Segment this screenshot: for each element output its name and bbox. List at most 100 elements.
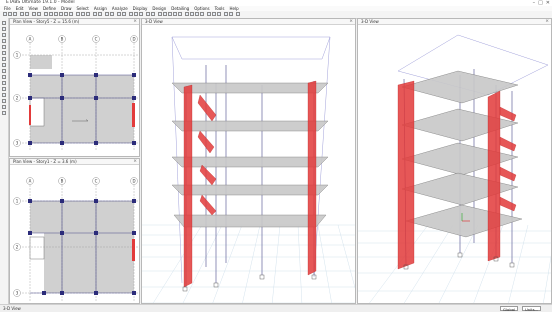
- load-icon[interactable]: [207, 12, 211, 16]
- 3d-view-canvas[interactable]: [142, 25, 356, 304]
- shear-wall[interactable]: [29, 105, 31, 125]
- report-icon[interactable]: [229, 12, 233, 16]
- column[interactable]: [42, 291, 46, 295]
- table-icon[interactable]: [224, 12, 228, 16]
- force-diagram-icon[interactable]: [134, 12, 138, 16]
- slab-section-icon[interactable]: [200, 12, 204, 16]
- 3d-view-pane-left[interactable]: 3-D View ×: [141, 18, 356, 304]
- zoom-window-icon[interactable]: [64, 12, 68, 16]
- column[interactable]: [132, 231, 136, 235]
- run-analysis-icon[interactable]: [37, 12, 41, 16]
- opening[interactable]: [29, 236, 45, 260]
- snap-icon[interactable]: [163, 12, 167, 16]
- support-icon[interactable]: [457, 252, 463, 258]
- 3d-view-pane-right[interactable]: 3-D View ×: [357, 18, 552, 304]
- column[interactable]: [60, 231, 64, 235]
- check-icon[interactable]: [151, 12, 155, 16]
- zoom-out-icon[interactable]: [59, 12, 63, 16]
- move-up-icon[interactable]: [105, 12, 109, 16]
- floor-slab[interactable]: [30, 75, 134, 143]
- zoom-fit-icon[interactable]: [69, 12, 73, 16]
- properties-icon[interactable]: [185, 12, 189, 16]
- stair-flight[interactable]: [499, 106, 517, 122]
- draw-grid-icon[interactable]: [2, 93, 6, 97]
- coordinate-system-select[interactable]: Global: [500, 306, 519, 312]
- deformed-shape-icon[interactable]: [129, 12, 133, 16]
- support-icon[interactable]: [182, 286, 188, 292]
- draw-reference-icon[interactable]: [2, 81, 6, 85]
- floor-slab[interactable]: [30, 201, 134, 233]
- plan-view-pane-top[interactable]: Plan View - Story5 - Z = 15.6 (m) × A B …: [9, 18, 140, 157]
- draw-text-icon[interactable]: [2, 87, 6, 91]
- stair-flight[interactable]: [499, 196, 517, 212]
- column[interactable]: [60, 73, 64, 77]
- 3d-view-icon[interactable]: [76, 12, 80, 16]
- draw-section-cut-icon[interactable]: [2, 75, 6, 79]
- column[interactable]: [28, 96, 32, 100]
- frame-section-icon[interactable]: [190, 12, 194, 16]
- plan-view-pane-bottom[interactable]: Plan View - Story1 - Z = 3.6 (m) × A B C…: [9, 158, 140, 304]
- stair-flight[interactable]: [499, 166, 517, 182]
- floor-slab[interactable]: [173, 214, 327, 228]
- stair-flight[interactable]: [199, 164, 217, 186]
- column[interactable]: [94, 231, 98, 235]
- plan-view-canvas[interactable]: A B C D 1 2 3: [10, 165, 140, 304]
- column[interactable]: [60, 141, 64, 145]
- shear-wall[interactable]: [307, 80, 317, 276]
- shear-wall[interactable]: [487, 90, 501, 262]
- floor-slab[interactable]: [30, 55, 52, 69]
- column[interactable]: [94, 96, 98, 100]
- floor-slab[interactable]: [171, 156, 329, 168]
- wall-section-icon[interactable]: [195, 12, 199, 16]
- draw-joint-icon[interactable]: [2, 27, 6, 31]
- support-icon[interactable]: [509, 262, 515, 268]
- draw-beam-icon[interactable]: [2, 33, 6, 37]
- draw-opening-icon[interactable]: [2, 63, 6, 67]
- stair-flight[interactable]: [199, 194, 217, 216]
- shear-wall[interactable]: [132, 103, 135, 127]
- zoom-in-icon[interactable]: [54, 12, 58, 16]
- support-icon[interactable]: [259, 274, 265, 280]
- draw-wall-icon[interactable]: [2, 57, 6, 61]
- open-icon[interactable]: [8, 12, 12, 16]
- floor-slab[interactable]: [401, 70, 519, 104]
- 3d-view-canvas[interactable]: [358, 25, 552, 304]
- floor-slab[interactable]: [44, 233, 134, 293]
- rotate-icon[interactable]: [93, 12, 97, 16]
- elevation-view-icon[interactable]: [86, 12, 90, 16]
- draw-brace-icon[interactable]: [2, 45, 6, 49]
- column[interactable]: [94, 291, 98, 295]
- units-button[interactable]: Units...: [522, 306, 542, 312]
- new-model-icon[interactable]: [3, 12, 7, 16]
- column[interactable]: [28, 231, 32, 235]
- select-all-icon[interactable]: [168, 12, 172, 16]
- column[interactable]: [132, 141, 136, 145]
- settings-icon[interactable]: [236, 12, 240, 16]
- opening[interactable]: [29, 97, 45, 127]
- column[interactable]: [94, 141, 98, 145]
- draw-floor-icon[interactable]: [2, 51, 6, 55]
- column[interactable]: [94, 199, 98, 203]
- object-shrink-icon[interactable]: [117, 12, 121, 16]
- lock-icon[interactable]: [32, 12, 36, 16]
- draw-column-icon[interactable]: [2, 39, 6, 43]
- pointer-icon[interactable]: [44, 12, 48, 16]
- previous-selection-icon[interactable]: [178, 12, 182, 16]
- display-options-icon[interactable]: [122, 12, 126, 16]
- stair-flight[interactable]: [197, 94, 217, 122]
- plan-view-icon[interactable]: [81, 12, 85, 16]
- column[interactable]: [132, 199, 136, 203]
- redo-icon[interactable]: [25, 12, 29, 16]
- stair-flight[interactable]: [499, 136, 517, 152]
- draw-strip-icon[interactable]: [2, 111, 6, 115]
- column[interactable]: [60, 199, 64, 203]
- shear-wall[interactable]: [397, 80, 415, 270]
- load-case-icon[interactable]: [212, 12, 216, 16]
- draw-dimension-icon[interactable]: [2, 69, 6, 73]
- column[interactable]: [94, 73, 98, 77]
- pan-icon[interactable]: [49, 12, 53, 16]
- column[interactable]: [60, 291, 64, 295]
- select-pointer-icon[interactable]: [2, 21, 6, 25]
- design-icon[interactable]: [146, 12, 150, 16]
- deselect-icon[interactable]: [173, 12, 177, 16]
